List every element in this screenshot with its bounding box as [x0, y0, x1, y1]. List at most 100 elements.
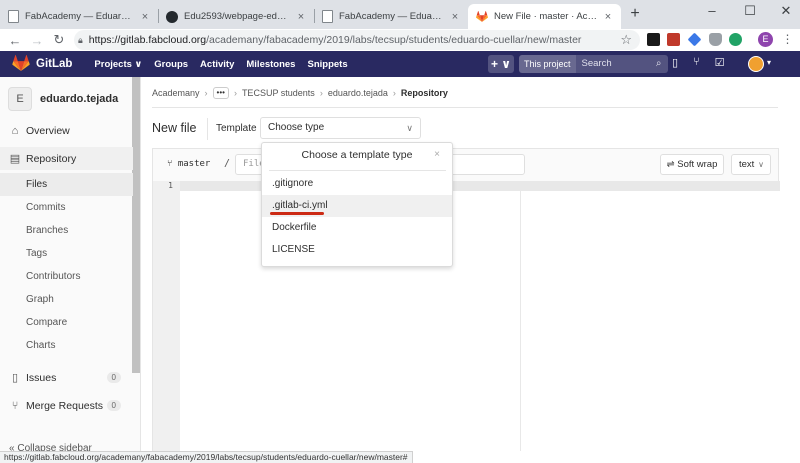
bookmark-star-icon[interactable]: ☆: [620, 32, 632, 48]
chevron-right-icon: ›: [233, 88, 237, 98]
wrap-icon: ⇌: [666, 159, 675, 170]
url-field[interactable]: 🔒︎ https://gitlab.fabcloud.org/academany…: [74, 30, 640, 50]
editor-mode-select[interactable]: text ∨: [731, 154, 771, 175]
dropdown-title: Choose a template type: [301, 149, 413, 161]
chevron-down-icon[interactable]: ▾: [767, 58, 771, 67]
tab-title: New File · master · Academany /: [494, 11, 597, 22]
branch-name: master: [177, 159, 211, 169]
search-scope-badge: This project: [519, 55, 576, 73]
book-icon: ▤: [9, 153, 21, 165]
dropdown-option-gitignore[interactable]: .gitignore: [262, 173, 452, 195]
nav-activity[interactable]: Activity: [200, 59, 234, 70]
sidebar-item-tags[interactable]: Tags: [0, 242, 133, 265]
extension-icon[interactable]: [729, 33, 742, 46]
profile-avatar[interactable]: E: [758, 32, 773, 47]
url-path: /academany/fabacademy/2019/labs/tecsup/s…: [206, 34, 582, 46]
issues-icon[interactable]: ▯: [672, 56, 678, 69]
nav-snippets[interactable]: Snippets: [307, 59, 347, 70]
close-window-button[interactable]: ✕: [776, 3, 796, 19]
sidebar-scrollbar[interactable]: [132, 77, 140, 373]
top-nav: Projects ∨ Groups Activity Milestones Sn…: [94, 59, 347, 70]
breadcrumb-item[interactable]: Academany: [152, 88, 200, 98]
search-box[interactable]: This project Search ⌕: [519, 55, 668, 73]
dropdown-option-license[interactable]: LICENSE: [262, 239, 452, 261]
back-icon[interactable]: ←: [4, 33, 26, 48]
shield-extension-icon[interactable]: [709, 33, 722, 46]
editor-mode-value: text: [739, 159, 755, 170]
template-type-select[interactable]: Choose type ∨: [260, 117, 421, 139]
close-tab-icon[interactable]: ×: [450, 11, 460, 23]
pdf-extension-icon[interactable]: [647, 33, 660, 46]
gitlab-home-link[interactable]: GitLab: [12, 54, 72, 74]
breadcrumb-item[interactable]: eduardo.tejada: [328, 88, 388, 98]
reload-icon[interactable]: ↻: [48, 32, 70, 48]
search-input[interactable]: Search ⌕: [575, 55, 668, 73]
chevron-down-icon: ∨: [758, 160, 764, 169]
breadcrumb-current[interactable]: Repository: [401, 88, 448, 98]
browser-tab[interactable]: Edu2593/webpage-edu: Example ×: [158, 4, 314, 29]
sidebar-item-label: Overview: [26, 124, 70, 137]
line-number: 1: [168, 181, 173, 190]
sidebar-item-files[interactable]: Files: [0, 173, 133, 196]
nav-projects[interactable]: Projects ∨: [94, 59, 142, 70]
sidebar-item-repository[interactable]: ▤ Repository: [0, 147, 133, 170]
project-avatar: E: [8, 87, 32, 111]
breadcrumb: Academany › ••• › TECSUP students › edua…: [152, 87, 448, 99]
project-name: eduardo.tejada: [40, 93, 119, 105]
merge-requests-icon[interactable]: ⑂: [693, 56, 700, 69]
merge-requests-count-badge: 0: [106, 400, 121, 411]
sidebar-item-branches[interactable]: Branches: [0, 219, 133, 242]
browser-tab[interactable]: FabAcademy — Eduardo Tejada ×: [0, 4, 158, 29]
branch-icon: ⑂: [167, 159, 173, 169]
minimize-button[interactable]: –: [702, 3, 722, 18]
sidebar-item-merge-requests[interactable]: ⑂ Merge Requests 0: [0, 394, 133, 417]
sidebar-item-overview[interactable]: ⌂ Overview: [0, 119, 133, 142]
annotation-underline: [270, 212, 324, 215]
close-tab-icon[interactable]: ×: [296, 11, 306, 23]
editor-toolbar: ⑂ master / File name ⇌ Soft wrap text ∨: [152, 148, 779, 181]
maximize-button[interactable]: ☐: [740, 3, 760, 19]
template-label: Template: [216, 123, 257, 134]
browser-menu-icon[interactable]: ⋮: [781, 33, 794, 46]
todos-icon[interactable]: ☑: [715, 56, 725, 69]
page-title: New file: [152, 121, 197, 135]
forward-icon[interactable]: →: [26, 33, 48, 48]
extension-icon[interactable]: [667, 33, 680, 46]
sidebar-item-charts[interactable]: Charts: [0, 334, 133, 357]
address-bar: ← → ↻ 🔒︎ https://gitlab.fabcloud.org/aca…: [0, 29, 800, 51]
breadcrumb-item[interactable]: TECSUP students: [242, 88, 315, 98]
soft-wrap-label: Soft wrap: [677, 159, 718, 170]
sidebar-project[interactable]: E eduardo.tejada: [8, 87, 118, 111]
browser-tab[interactable]: FabAcademy — Eduardo Tejada ×: [314, 4, 468, 29]
browser-tab-active[interactable]: New File · master · Academany / ×: [468, 4, 621, 29]
chevron-down-icon: ∨: [406, 123, 413, 133]
github-icon: [166, 10, 178, 23]
main-content: Academany › ••• › TECSUP students › edua…: [141, 77, 800, 451]
close-tab-icon[interactable]: ×: [603, 11, 613, 23]
page-icon: [322, 10, 333, 23]
sidebar-item-compare[interactable]: Compare: [0, 311, 133, 334]
sidebar-item-issues[interactable]: ▯ Issues 0: [0, 366, 133, 389]
breadcrumb-more-button[interactable]: •••: [212, 87, 229, 99]
sidebar-item-contributors[interactable]: Contributors: [0, 265, 133, 288]
dropdown-option-dockerfile[interactable]: Dockerfile: [262, 217, 452, 239]
nav-milestones[interactable]: Milestones: [246, 59, 295, 70]
nav-groups[interactable]: Groups: [154, 59, 188, 70]
code-editor[interactable]: 1: [152, 181, 780, 451]
link-status-bar: https://gitlab.fabcloud.org/academany/fa…: [0, 451, 413, 463]
issues-icon: ▯: [11, 372, 19, 384]
path-separator: /: [224, 158, 231, 169]
url-host: https://gitlab.fabcloud.org: [88, 34, 207, 46]
home-icon: ⌂: [11, 124, 19, 137]
branch-label: ⑂ master: [167, 159, 210, 169]
close-tab-icon[interactable]: ×: [140, 11, 150, 23]
sidebar-item-commits[interactable]: Commits: [0, 196, 133, 219]
user-avatar[interactable]: [748, 56, 764, 72]
sidebar-item-graph[interactable]: Graph: [0, 288, 133, 311]
close-icon[interactable]: ×: [434, 149, 440, 160]
sidebar-item-label: Issues: [26, 371, 57, 384]
divider: [152, 107, 778, 108]
new-dropdown-button[interactable]: + ∨: [488, 55, 514, 73]
new-tab-button[interactable]: +: [627, 6, 643, 22]
soft-wrap-button[interactable]: ⇌ Soft wrap: [660, 154, 724, 175]
